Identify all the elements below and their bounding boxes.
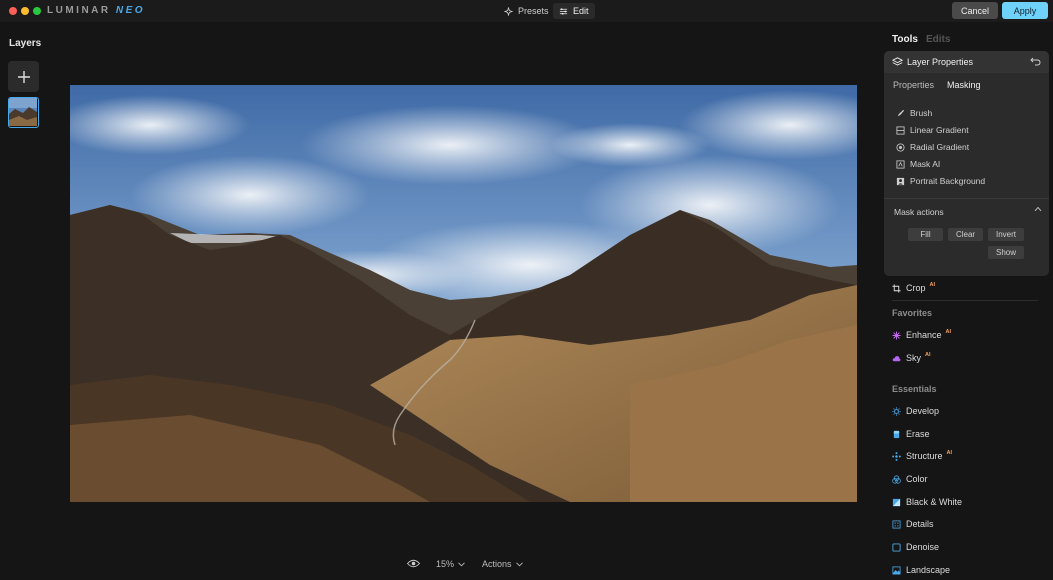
mask-clear-button[interactable]: Clear (948, 228, 983, 241)
mask-linear-gradient[interactable]: Linear Gradient (896, 125, 969, 135)
title-bar: LUMINAR NEO Presets Edit Cancel Apply (0, 0, 1053, 22)
edit-button[interactable]: Edit (553, 3, 595, 19)
mask-fill-button[interactable]: Fill (908, 228, 943, 241)
black-white-icon (892, 498, 901, 506)
mask-brush[interactable]: Brush (896, 108, 932, 118)
tool-details[interactable]: Details (892, 519, 934, 529)
denoise-icon (892, 542, 901, 552)
photo-canvas[interactable] (70, 85, 857, 502)
layers-icon (892, 57, 903, 66)
maximize-window-button[interactable] (33, 7, 41, 15)
crop-icon (892, 283, 901, 293)
actions-dropdown[interactable]: Actions (482, 559, 523, 569)
divider (884, 198, 1049, 199)
tool-color[interactable]: Color (892, 474, 928, 484)
undo-icon[interactable] (1030, 56, 1041, 66)
app-logo: LUMINAR NEO (47, 5, 146, 16)
layer-properties-header[interactable]: Layer Properties (884, 51, 1049, 73)
sun-icon (892, 406, 901, 416)
tool-black-white[interactable]: Black & White (892, 497, 962, 507)
cancel-button[interactable]: Cancel (952, 2, 998, 19)
mask-ai-icon (896, 159, 905, 169)
mask-actions-title: Mask actions (894, 207, 944, 217)
layer-properties-panel: Layer Properties Properties Masking Brus… (884, 51, 1049, 276)
portrait-icon (896, 177, 905, 185)
mask-portrait-background[interactable]: Portrait Background (896, 176, 985, 186)
plus-icon (17, 70, 30, 83)
chevron-up-icon[interactable] (1034, 206, 1042, 212)
structure-icon (892, 451, 901, 461)
favorites-title: Favorites (892, 308, 933, 318)
minimize-window-button[interactable] (21, 7, 29, 15)
landscape-photo (70, 85, 857, 502)
presets-button[interactable]: Presets (498, 3, 555, 19)
presets-icon (504, 6, 513, 16)
details-icon (892, 519, 901, 529)
chevron-down-icon (458, 561, 465, 566)
erase-icon (893, 430, 900, 438)
layer-thumbnail[interactable] (8, 97, 39, 128)
layers-title: Layers (9, 38, 42, 49)
tool-landscape[interactable]: Landscape (892, 565, 950, 575)
apply-button[interactable]: Apply (1002, 2, 1048, 19)
layer-thumbnail-image (9, 98, 37, 126)
mask-radial-gradient[interactable]: Radial Gradient (896, 142, 969, 152)
mask-ai[interactable]: Mask AI (896, 159, 940, 169)
tool-denoise[interactable]: Denoise (892, 542, 939, 552)
mask-invert-button[interactable]: Invert (988, 228, 1024, 241)
tool-enhance[interactable]: Enhance AI (892, 329, 951, 340)
tool-develop[interactable]: Develop (892, 406, 939, 416)
tool-sky[interactable]: Sky AI (892, 352, 931, 363)
tab-masking[interactable]: Masking (947, 80, 981, 90)
mask-show-button[interactable]: Show (988, 246, 1024, 259)
chevron-down-icon (515, 561, 523, 566)
zoom-dropdown[interactable]: 15% (436, 559, 465, 569)
enhance-icon (892, 330, 901, 340)
tool-crop[interactable]: Crop AI (892, 282, 935, 293)
tool-structure[interactable]: Structure AI (892, 450, 952, 461)
tab-edits[interactable]: Edits (926, 34, 950, 45)
tab-properties[interactable]: Properties (893, 80, 934, 90)
bottom-bar: 15% Actions (0, 556, 870, 576)
tool-erase[interactable]: Erase (892, 429, 930, 439)
close-window-button[interactable] (9, 7, 17, 15)
sliders-icon (559, 7, 568, 15)
tab-tools[interactable]: Tools (892, 34, 918, 45)
brush-icon (897, 109, 905, 116)
color-icon (892, 474, 901, 484)
essentials-title: Essentials (892, 384, 937, 394)
radial-gradient-icon (896, 142, 905, 152)
add-layer-button[interactable] (8, 61, 39, 92)
landscape-icon (892, 565, 901, 575)
linear-gradient-icon (896, 125, 905, 135)
cloud-icon (892, 355, 901, 361)
preview-toggle[interactable] (407, 559, 420, 568)
divider (892, 300, 1038, 301)
eye-icon (407, 559, 420, 568)
